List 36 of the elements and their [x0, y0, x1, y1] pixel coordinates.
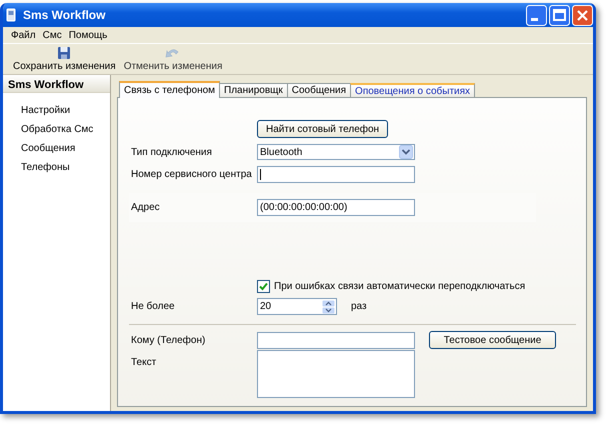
tab[interactable]: Оповещения о событиях — [350, 83, 476, 97]
sidebar-item[interactable]: Настройки — [21, 105, 110, 118]
field-label: Адрес — [131, 202, 161, 213]
service-center-field[interactable] — [257, 166, 415, 183]
close-icon[interactable] — [572, 4, 593, 26]
toolbar-button[interactable]: Сохранить изменения — [9, 44, 120, 74]
tab[interactable]: Планировщк — [219, 83, 288, 97]
field-label: Номер сервисного центра — [131, 169, 253, 180]
field-label: Текст — [131, 357, 158, 368]
test-message-button[interactable]: Тестовое сообщение — [429, 331, 556, 349]
unit-label: раз — [351, 301, 367, 312]
field-label: Тип подключения — [131, 146, 213, 158]
checkbox-label: При ошибках связи автоматически переподключаться — [274, 281, 526, 292]
connection-type-dropdown[interactable]: Bluetooth — [257, 144, 415, 160]
menu-item[interactable]: Файл — [11, 30, 36, 40]
tab[interactable]: Связь с телефоном — [119, 81, 220, 98]
minimize-icon[interactable] — [526, 4, 547, 26]
checkbox[interactable] — [257, 280, 270, 293]
field-label: Не более — [131, 301, 176, 312]
sidebar-item[interactable]: Сообщения — [21, 143, 110, 156]
address-field[interactable]: (00:00:00:00:00:00) — [257, 199, 415, 216]
phone-icon — [4, 8, 18, 22]
recipient-phone-field[interactable] — [257, 332, 415, 348]
retry-count-spinner[interactable]: 20 — [257, 298, 337, 315]
sidebar-item[interactable]: Обработка Смс — [21, 124, 110, 137]
find-phone-button[interactable]: Найти сотовый телефон — [257, 120, 388, 138]
tab[interactable]: Сообщения — [286, 83, 352, 97]
sidebar-item[interactable]: Телефоны — [21, 162, 110, 175]
spinner-arrows-icon[interactable] — [322, 300, 335, 314]
field-label: Кому (Телефон) — [131, 334, 206, 346]
maximize-icon[interactable] — [549, 4, 570, 26]
window-title: Sms Workflow — [23, 8, 106, 22]
sidebar-header: Sms Workflow — [3, 75, 110, 93]
menu-item[interactable]: Смс — [42, 30, 62, 40]
menu-item[interactable]: Помощь — [68, 30, 108, 40]
message-text-area[interactable] — [257, 350, 415, 398]
